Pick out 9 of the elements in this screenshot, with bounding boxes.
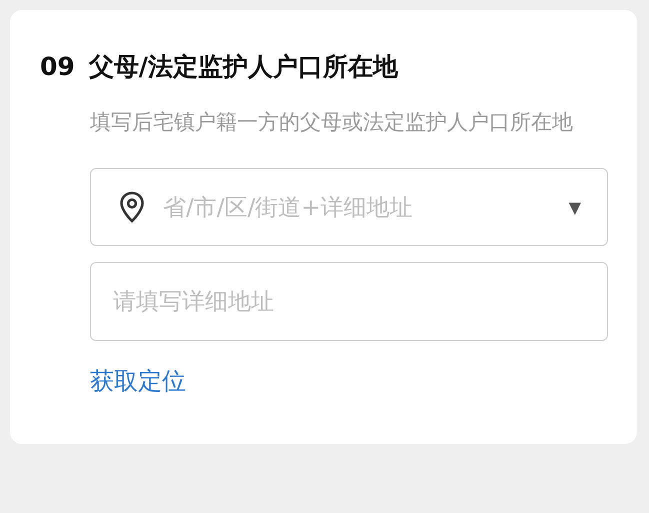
region-placeholder: 省/市/区/街道+详细地址: [163, 194, 414, 222]
address-input[interactable]: 请填写详细地址: [90, 262, 608, 341]
question-number: 09: [40, 52, 75, 81]
region-select[interactable]: 省/市/区/街道+详细地址 ▼: [90, 168, 608, 246]
question-description: 填写后宅镇户籍一方的父母或法定监护人户口所在地: [90, 109, 574, 136]
get-location-link[interactable]: 获取定位: [90, 365, 186, 397]
location-pin-icon: [119, 191, 145, 223]
question-title: 父母/法定监护人户口所在地: [88, 51, 398, 83]
caret-icon: ▼: [568, 198, 581, 216]
